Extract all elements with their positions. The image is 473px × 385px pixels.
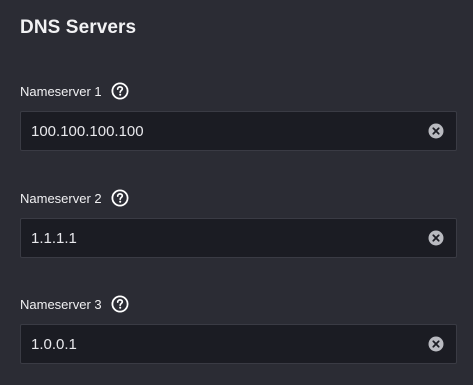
nameserver-2-field: Nameserver 2 — [20, 187, 457, 258]
nameserver-3-input[interactable] — [21, 325, 421, 363]
nameserver-1-label-row: Nameserver 1 — [20, 80, 457, 102]
section-title: DNS Servers — [20, 17, 137, 38]
nameserver-3-label: Nameserver 3 — [20, 296, 102, 312]
nameserver-2-label-row: Nameserver 2 — [20, 187, 457, 209]
nameserver-1-input-container — [20, 111, 457, 151]
help-question-icon[interactable] — [111, 82, 129, 100]
help-question-icon[interactable] — [111, 295, 129, 313]
nameserver-1-input[interactable] — [21, 112, 421, 150]
nameserver-1-label: Nameserver 1 — [20, 83, 102, 99]
nameserver-3-input-container — [20, 324, 457, 364]
nameserver-1-field: Nameserver 1 — [20, 80, 457, 151]
clear-icon[interactable] — [428, 336, 444, 352]
clear-icon[interactable] — [428, 230, 444, 246]
clear-icon[interactable] — [428, 123, 444, 139]
nameserver-3-field: Nameserver 3 — [20, 293, 457, 364]
help-question-icon[interactable] — [111, 189, 129, 207]
nameserver-2-input[interactable] — [21, 219, 421, 257]
nameserver-2-input-container — [20, 218, 457, 258]
dns-servers-panel: DNS Servers Nameserver 1 100.100.100.100… — [0, 0, 473, 385]
nameserver-2-label: Nameserver 2 — [20, 190, 102, 206]
nameserver-3-label-row: Nameserver 3 — [20, 293, 457, 315]
